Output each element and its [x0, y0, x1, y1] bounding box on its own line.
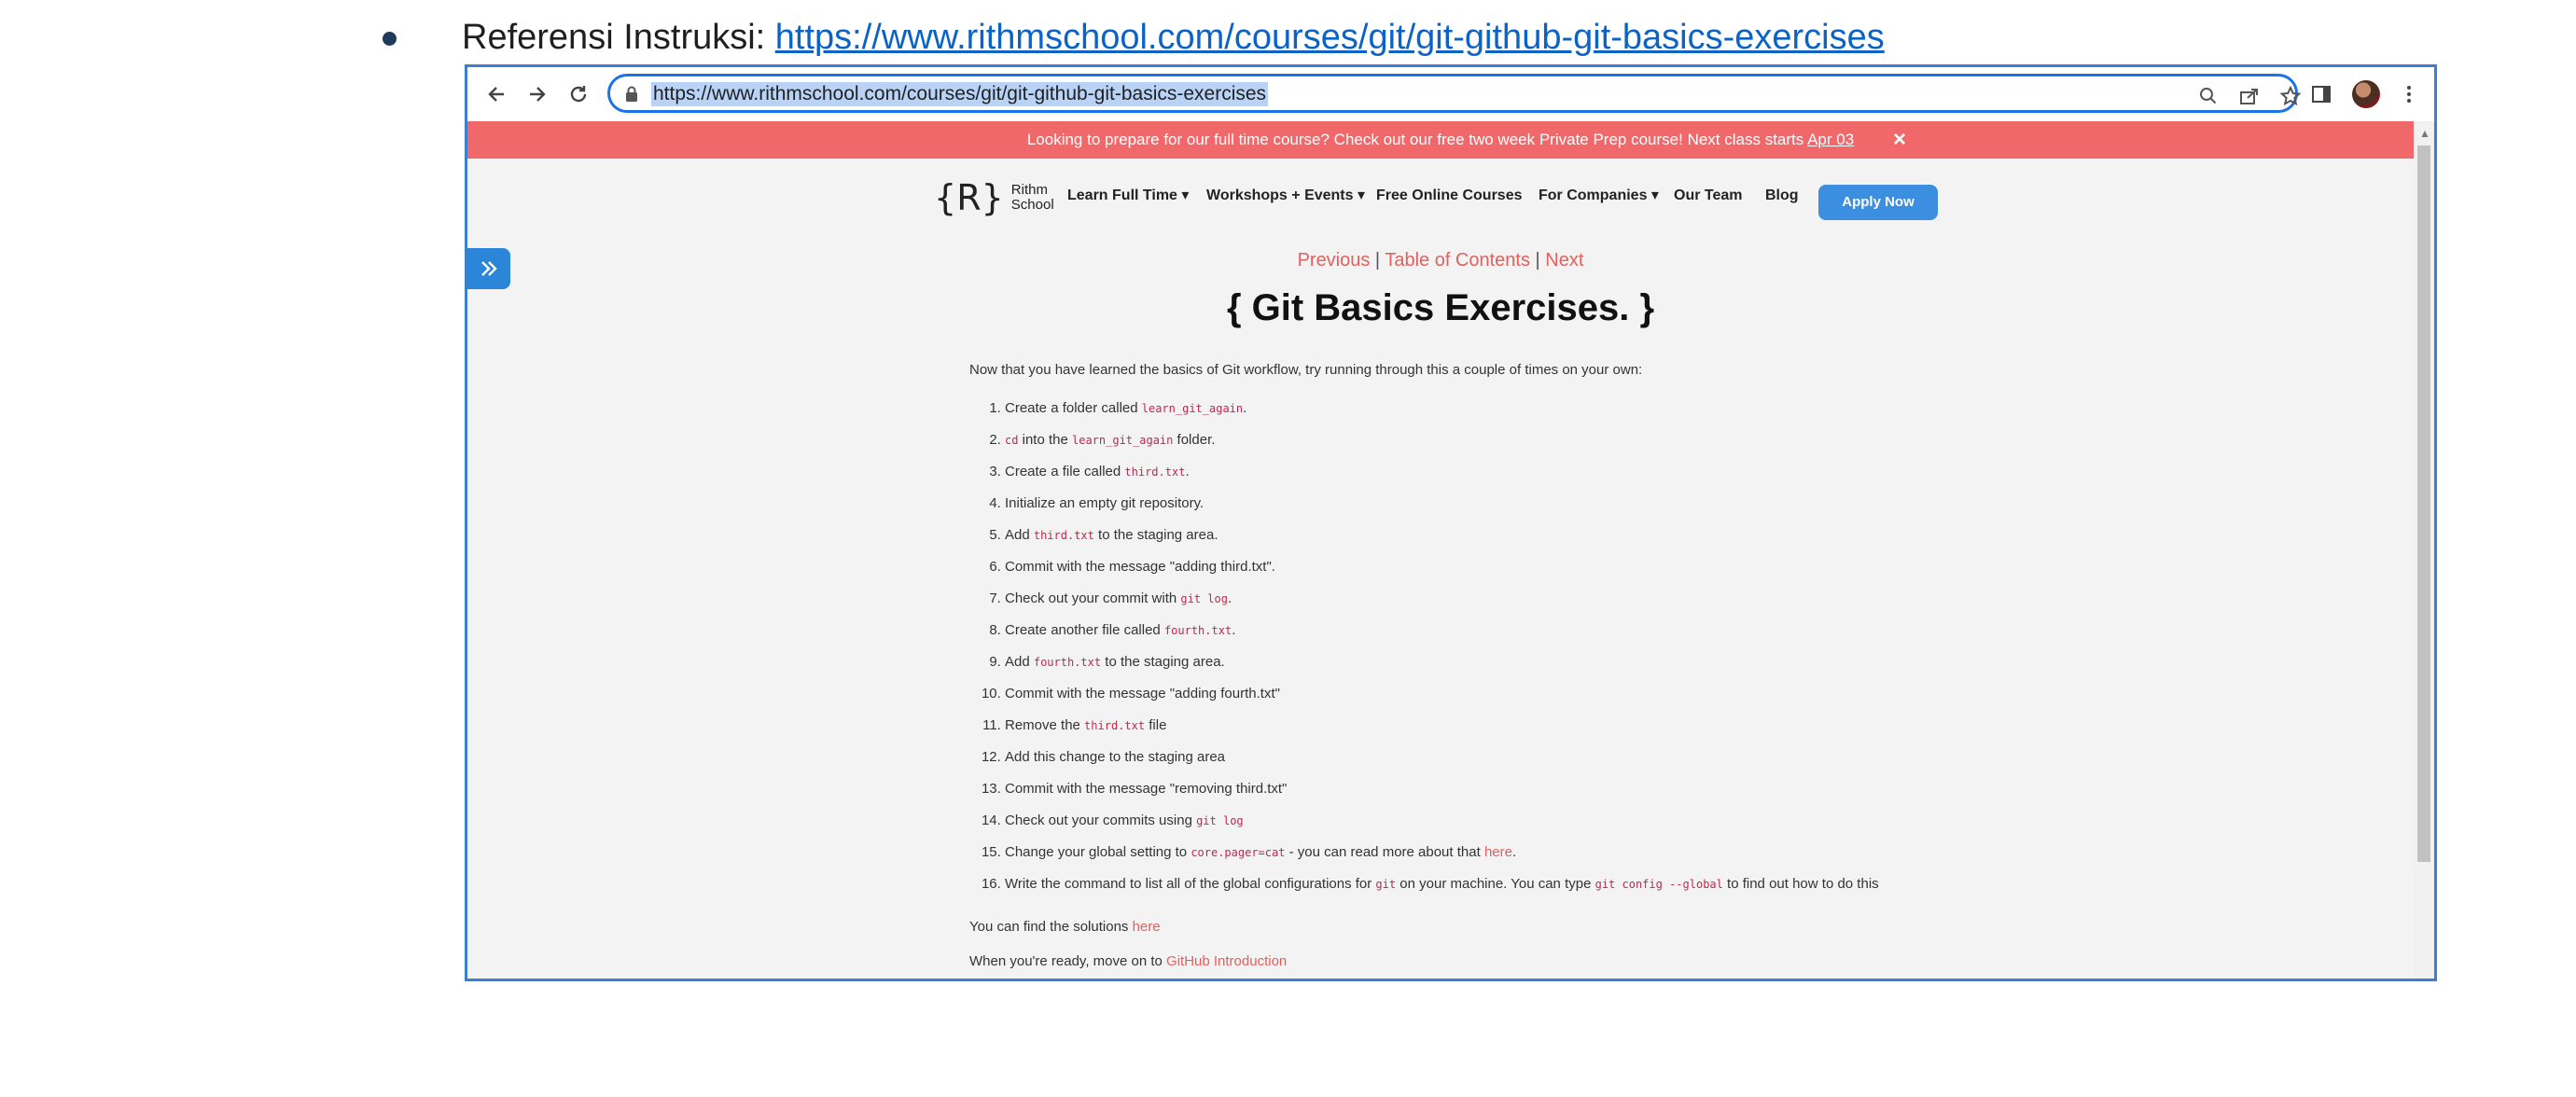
list-bullet [383, 32, 397, 46]
nav-workshops-events[interactable]: Workshops + Events ▾ [1206, 159, 1365, 233]
next-link[interactable]: Next [1545, 250, 1583, 271]
list-item: Create another file called fourth.txt. [1005, 620, 1996, 652]
url-text[interactable]: https://www.rithmschool.com/courses/git/… [651, 82, 1269, 106]
list-item: Write the command to list all of the glo… [1005, 874, 1996, 906]
browser-toolbar: https://www.rithmschool.com/courses/git/… [467, 67, 2434, 121]
list-item: Create a file called third.txt. [1005, 462, 1996, 493]
forward-icon[interactable] [522, 78, 553, 110]
site-navbar: {R} Rithm School Learn Full Time ▾ Worksh… [467, 159, 2414, 233]
back-icon[interactable] [480, 78, 512, 110]
previous-link[interactable]: Previous [1298, 250, 1371, 271]
reference-label: Referensi Instruksi: [462, 18, 775, 57]
list-item: Commit with the message "adding third.tx… [1005, 557, 1996, 589]
close-icon[interactable]: × [1893, 121, 1906, 159]
logo-text: Rithm School [1010, 182, 1054, 213]
page-scrollbar[interactable]: ▲ [2414, 121, 2434, 979]
list-item: Remove the third.txt file [1005, 715, 1996, 747]
pager-separator: | [1529, 250, 1546, 271]
list-item: Change your global setting to core.pager… [1005, 842, 1996, 874]
list-item: Create a folder called learn_git_again. [1005, 398, 1996, 430]
side-panel-icon[interactable] [2305, 78, 2337, 110]
page-viewport: Looking to prepare for our full time cou… [467, 121, 2414, 979]
zoom-icon[interactable] [2196, 84, 2221, 108]
profile-avatar[interactable] [2352, 80, 2380, 108]
bookmark-star-icon[interactable] [2278, 84, 2303, 108]
list-item: Initialize an empty git repository. [1005, 493, 1996, 525]
nav-for-companies[interactable]: For Companies ▾ [1539, 159, 1659, 233]
lesson-content: Now that you have learned the basics of … [969, 362, 1996, 979]
list-item: Add fourth.txt to the staging area. [1005, 652, 1996, 684]
next-lesson-line: When you're ready, move on to GitHub Int… [969, 953, 1288, 969]
intro-text: Now that you have learned the basics of … [969, 362, 1643, 378]
pager-separator: | [1370, 250, 1385, 271]
banner-text: Looking to prepare for our full time cou… [1026, 131, 1808, 148]
list-item: Check out your commits using git log [1005, 811, 1996, 842]
browser-screenshot: https://www.rithmschool.com/courses/git/… [465, 64, 2437, 981]
rithm-logo[interactable]: {R} Rithm School [934, 179, 1054, 216]
address-bar[interactable]: https://www.rithmschool.com/courses/git/… [607, 74, 2301, 113]
list-item: Add third.txt to the staging area. [1005, 525, 1996, 557]
promo-banner: Looking to prepare for our full time cou… [467, 121, 2414, 159]
reference-line: Referensi Instruksi: https://www.rithmsc… [462, 13, 1885, 62]
scroll-up-arrow-icon[interactable]: ▲ [2419, 127, 2430, 140]
list-item: Add this change to the staging area [1005, 747, 1996, 779]
scroll-thumb[interactable] [2417, 146, 2430, 862]
nav-free-online-courses[interactable]: Free Online Courses [1376, 159, 1523, 233]
list-item: Commit with the message "adding fourth.t… [1005, 684, 1996, 715]
solutions-link[interactable]: here [1133, 919, 1161, 935]
logo-mark: {R} [934, 177, 1004, 218]
nav-learn-full-time[interactable]: Learn Full Time ▾ [1067, 159, 1189, 233]
exercise-list: Create a folder called learn_git_again. … [969, 398, 1996, 906]
solutions-line: You can find the solutions here [969, 919, 1161, 935]
page-title: { Git Basics Exercises. } [1226, 287, 1655, 328]
pager-docs-link[interactable]: here [1484, 844, 1512, 860]
list-item: Check out your commit with git log. [1005, 589, 1996, 620]
list-item: Commit with the message "removing third.… [1005, 779, 1996, 811]
banner-date-link[interactable]: Apr 03 [1807, 131, 1854, 148]
table-of-contents-link[interactable]: Table of Contents [1385, 250, 1530, 271]
share-icon[interactable] [2237, 84, 2262, 108]
list-item: cd into the learn_git_again folder. [1005, 430, 1996, 462]
apply-now-button[interactable]: Apply Now [1818, 185, 1938, 220]
reference-link[interactable]: https://www.rithmschool.com/courses/git/… [775, 18, 1885, 57]
nav-blog[interactable]: Blog [1765, 159, 1799, 233]
menu-kebab-icon[interactable] [2393, 78, 2425, 110]
lock-icon[interactable] [625, 86, 638, 103]
lesson-pager: Previous | Table of Contents | Next [467, 250, 2414, 271]
nav-our-team[interactable]: Our Team [1674, 159, 1743, 233]
reload-icon[interactable] [563, 78, 594, 110]
github-introduction-link[interactable]: GitHub Introduction [1166, 953, 1287, 969]
